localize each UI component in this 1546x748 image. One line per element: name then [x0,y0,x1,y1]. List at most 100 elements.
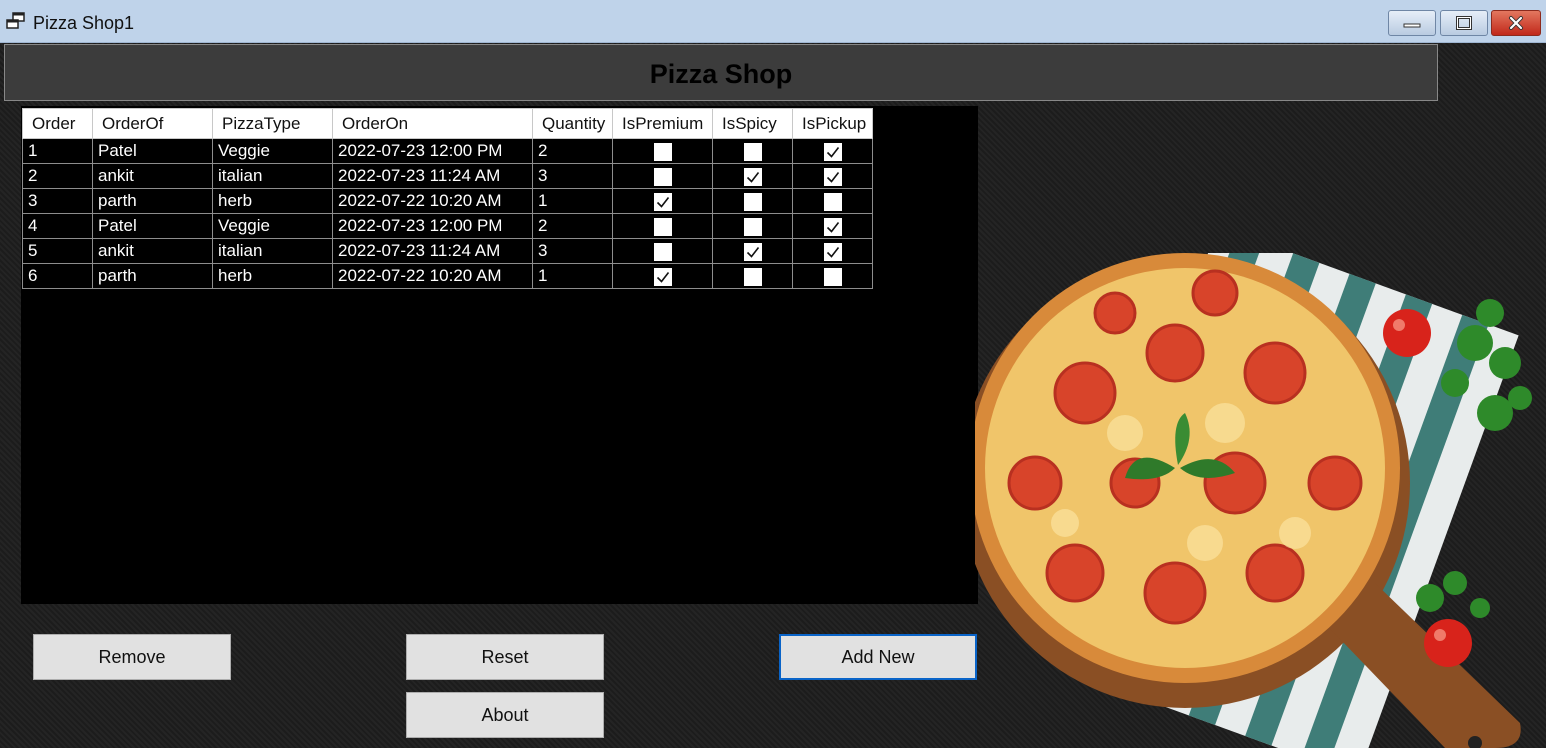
title-bar[interactable]: Pizza Shop1 [0,0,1546,43]
cell-is-premium [612,138,713,164]
column-header-ispickup[interactable]: IsPickup [792,108,873,139]
table-row[interactable]: 2 ankit italian 2022-07-23 11:24 AM 3 [22,163,873,189]
maximize-icon [1456,16,1472,30]
table-row[interactable]: 4 Patel Veggie 2022-07-23 12:00 PM 2 [22,213,873,239]
cell-pizza-type[interactable]: italian [212,238,333,264]
cell-quantity[interactable]: 3 [532,163,613,189]
header-row: Order OrderOf PizzaType OrderOn Quantity… [22,108,873,139]
is-spicy-checkbox[interactable] [743,167,762,186]
is-premium-checkbox[interactable] [653,167,672,186]
cell-order[interactable]: 1 [22,138,93,164]
is-premium-checkbox[interactable] [653,142,672,161]
cell-order-on[interactable]: 2022-07-23 11:24 AM [332,163,533,189]
cell-order-of[interactable]: parth [92,188,213,214]
cell-is-premium [612,213,713,239]
cell-pizza-type[interactable]: Veggie [212,138,333,164]
form-client-area: Pizza Shop Order OrderOf PizzaType Order… [0,43,1546,748]
is-premium-checkbox[interactable] [653,192,672,211]
cell-is-premium [612,163,713,189]
cell-order-on[interactable]: 2022-07-23 12:00 PM [332,138,533,164]
column-header-orderon[interactable]: OrderOn [332,108,533,139]
page-title: Pizza Shop [649,59,793,89]
cell-is-pickup [792,238,873,264]
is-spicy-checkbox[interactable] [743,242,762,261]
table-row[interactable]: 5 ankit italian 2022-07-23 11:24 AM 3 [22,238,873,264]
cell-order-on[interactable]: 2022-07-22 10:20 AM [332,188,533,214]
remove-button[interactable]: Remove [33,634,231,680]
checkmark-icon [826,246,839,258]
is-spicy-checkbox[interactable] [743,192,762,211]
cell-order[interactable]: 6 [22,263,93,289]
cell-pizza-type[interactable]: herb [212,188,333,214]
cell-order-on[interactable]: 2022-07-23 12:00 PM [332,213,533,239]
cell-is-premium [612,263,713,289]
checkmark-icon [746,246,759,258]
app-window: Pizza Shop1 Pizza Shop Order OrderOf Piz… [0,0,1546,748]
column-header-quantity[interactable]: Quantity [532,108,613,139]
cell-pizza-type[interactable]: italian [212,163,333,189]
reset-button[interactable]: Reset [406,634,604,680]
is-premium-checkbox[interactable] [653,242,672,261]
window-app-icon [6,12,25,29]
cell-order[interactable]: 4 [22,213,93,239]
checkmark-icon [826,146,839,158]
is-spicy-checkbox[interactable] [743,267,762,286]
cell-quantity[interactable]: 3 [532,238,613,264]
cell-order-on[interactable]: 2022-07-23 11:24 AM [332,238,533,264]
checkmark-icon [746,171,759,183]
checkmark-icon [656,196,669,208]
is-spicy-checkbox[interactable] [743,142,762,161]
cell-is-spicy [712,188,793,214]
orders-table[interactable]: Order OrderOf PizzaType OrderOn Quantity… [22,108,873,289]
is-pickup-checkbox[interactable] [823,267,842,286]
cell-order-of[interactable]: Patel [92,213,213,239]
close-button[interactable] [1491,10,1541,36]
cell-is-pickup [792,138,873,164]
column-header-pizzatype[interactable]: PizzaType [212,108,333,139]
cell-order[interactable]: 3 [22,188,93,214]
cell-order-of[interactable]: ankit [92,238,213,264]
cell-quantity[interactable]: 1 [532,188,613,214]
window-title: Pizza Shop1 [33,13,135,33]
column-header-orderof[interactable]: OrderOf [92,108,213,139]
cell-is-pickup [792,188,873,214]
column-header-isspicy[interactable]: IsSpicy [712,108,793,139]
is-pickup-checkbox[interactable] [823,192,842,211]
cell-is-premium [612,188,713,214]
cell-order-on[interactable]: 2022-07-22 10:20 AM [332,263,533,289]
table-row[interactable]: 6 parth herb 2022-07-22 10:20 AM 1 [22,263,873,289]
cell-is-spicy [712,213,793,239]
header-panel: Pizza Shop [4,44,1438,101]
cell-is-pickup [792,213,873,239]
cell-is-spicy [712,263,793,289]
cell-quantity[interactable]: 2 [532,213,613,239]
is-premium-checkbox[interactable] [653,217,672,236]
is-pickup-checkbox[interactable] [823,167,842,186]
cell-order-of[interactable]: Patel [92,138,213,164]
column-header-order[interactable]: Order [22,108,93,139]
cell-order[interactable]: 2 [22,163,93,189]
cell-order-of[interactable]: ankit [92,163,213,189]
cell-order-of[interactable]: parth [92,263,213,289]
cell-pizza-type[interactable]: Veggie [212,213,333,239]
cell-quantity[interactable]: 1 [532,263,613,289]
cell-order[interactable]: 5 [22,238,93,264]
about-button[interactable]: About [406,692,604,738]
is-spicy-checkbox[interactable] [743,217,762,236]
is-pickup-checkbox[interactable] [823,142,842,161]
table-body: 1 Patel Veggie 2022-07-23 12:00 PM 2 2 ankit it… [22,138,873,289]
cell-quantity[interactable]: 2 [532,138,613,164]
add-new-button[interactable]: Add New [779,634,977,680]
is-pickup-checkbox[interactable] [823,242,842,261]
pizza-image [975,253,1532,748]
table-row[interactable]: 1 Patel Veggie 2022-07-23 12:00 PM 2 [22,138,873,164]
maximize-button[interactable] [1440,10,1488,36]
is-premium-checkbox[interactable] [653,267,672,286]
orders-grid[interactable]: Order OrderOf PizzaType OrderOn Quantity… [21,106,978,604]
is-pickup-checkbox[interactable] [823,217,842,236]
minimize-icon [1403,23,1421,28]
table-row[interactable]: 3 parth herb 2022-07-22 10:20 AM 1 [22,188,873,214]
cell-pizza-type[interactable]: herb [212,263,333,289]
minimize-button[interactable] [1388,10,1436,36]
column-header-ispremium[interactable]: IsPremium [612,108,713,139]
